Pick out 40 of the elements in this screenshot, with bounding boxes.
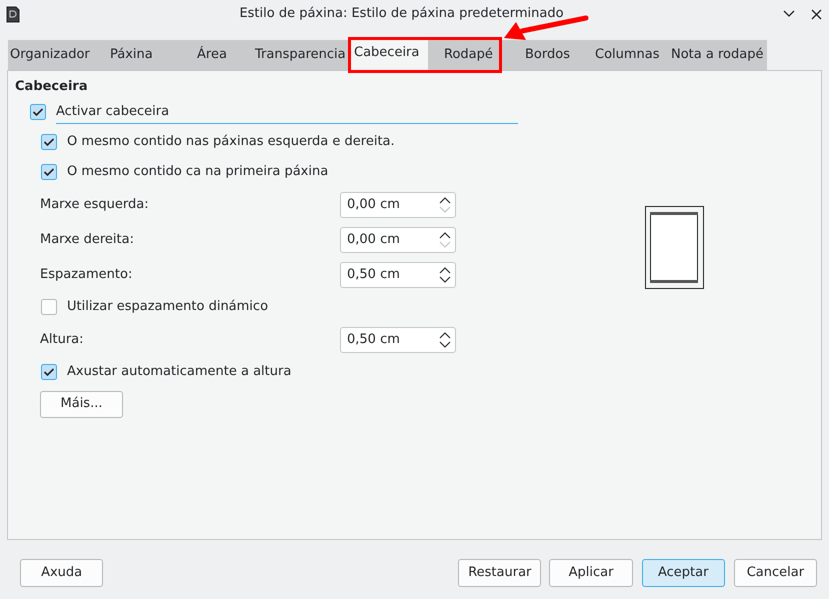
checkbox[interactable]: [41, 364, 57, 380]
field-label: Altura:: [40, 330, 85, 349]
spin-field[interactable]: 0,00 cm: [340, 192, 456, 218]
section-title: Cabeceira: [15, 78, 88, 96]
field-label: Marxe esquerda:: [40, 196, 150, 214]
field-label: Espazamento:: [40, 266, 134, 284]
tab[interactable]: Cabeceira: [348, 38, 428, 68]
tab[interactable]: Organizador: [8, 40, 97, 70]
window-title: Estilo de páxina: Estilo de páxina predeterminado: [239, 5, 564, 24]
tab[interactable]: Rodapé: [428, 40, 505, 70]
dialog-button[interactable]: Aplicar: [549, 559, 633, 587]
checkbox[interactable]: [41, 299, 57, 315]
tab[interactable]: Páxina: [97, 40, 175, 70]
tab[interactable]: Transparencia: [248, 40, 348, 70]
minimize-icon[interactable]: [783, 10, 795, 18]
checkbox[interactable]: [41, 134, 57, 150]
spin-field[interactable]: 0,50 cm: [340, 326, 456, 352]
field-label: Marxe dereita:: [40, 230, 135, 249]
more-button[interactable]: Máis...: [40, 390, 123, 418]
app-icon: [6, 6, 20, 22]
checkbox[interactable]: [41, 164, 57, 180]
dialog-button[interactable]: Aceptar: [642, 559, 725, 587]
spin-field[interactable]: 0,00 cm: [340, 226, 456, 252]
tab[interactable]: Bordos: [505, 40, 585, 70]
close-icon[interactable]: [811, 8, 822, 20]
dialog-button[interactable]: Restaurar: [458, 559, 542, 587]
spinner-arrows-icon[interactable]: [439, 266, 451, 284]
checkbox-label: O mesmo contido nas páxinas esquerda e dereita.: [67, 133, 395, 152]
checkbox-label: O mesmo contido ca na primeira páxina: [67, 163, 328, 182]
checkbox-label: Activar cabeceira: [56, 102, 518, 124]
spin-field[interactable]: 0,50 cm: [340, 262, 456, 288]
tab[interactable]: Columnas: [585, 40, 665, 70]
dialog-button[interactable]: Cancelar: [734, 559, 818, 587]
tab[interactable]: Nota a rodapé: [665, 40, 767, 70]
checkbox-label: Axustar automaticamente a altura: [67, 363, 292, 382]
checkbox-label: Utilizar espazamento dinámico: [67, 298, 268, 316]
dialog-button[interactable]: Axuda: [20, 559, 104, 587]
checkbox[interactable]: [30, 104, 46, 120]
spinner-arrows-icon[interactable]: [439, 330, 451, 348]
tab[interactable]: Área: [175, 40, 248, 70]
